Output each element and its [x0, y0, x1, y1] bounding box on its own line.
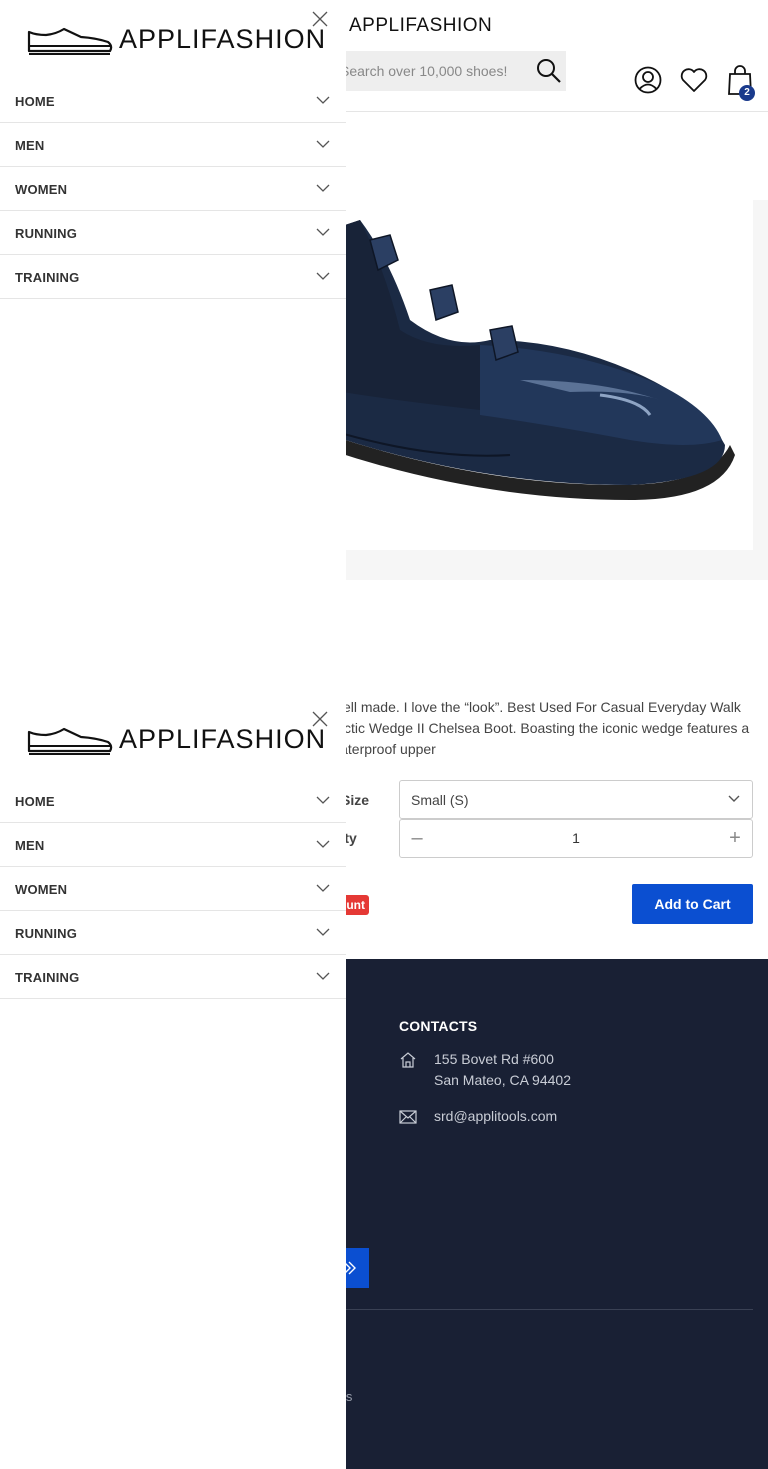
menu-item-men[interactable]: MEN — [0, 823, 346, 867]
menu-item-label: MEN — [15, 138, 45, 153]
menu-item-men[interactable]: MEN — [0, 123, 346, 167]
quantity-value[interactable]: 1 — [540, 830, 612, 846]
size-select[interactable]: Small (S) — [399, 780, 753, 819]
drawer-logo[interactable]: APPLIFASHION — [26, 722, 325, 758]
menu-item-home[interactable]: HOME — [0, 779, 346, 823]
close-icon[interactable] — [311, 10, 329, 28]
menu-item-label: MEN — [15, 838, 45, 853]
chevron-down-icon — [316, 796, 330, 804]
menu-item-label: HOME — [15, 94, 55, 109]
contact-email-link[interactable]: srd@applitools.com — [434, 1106, 557, 1127]
chevron-down-icon — [316, 140, 330, 148]
email-envelope-icon — [399, 1108, 417, 1126]
menu-item-label: WOMEN — [15, 182, 68, 197]
search-input[interactable] — [340, 51, 520, 91]
product-image[interactable] — [329, 200, 753, 550]
chevron-down-icon — [316, 884, 330, 892]
home-address-icon — [399, 1051, 417, 1069]
shoe-logo-icon — [27, 727, 113, 755]
shoe-logo-icon — [27, 27, 113, 55]
chevron-down-icon — [316, 840, 330, 848]
menu-item-label: TRAINING — [15, 970, 80, 985]
menu-item-running[interactable]: RUNNING — [0, 911, 346, 955]
size-selected-value: Small (S) — [411, 792, 469, 808]
quantity-decrease-button[interactable]: – — [405, 827, 429, 851]
quantity-increase-button[interactable]: + — [723, 827, 747, 851]
quantity-stepper: – 1 + — [399, 819, 753, 858]
side-menu-drawer: APPLIFASHION HOME MEN WOMEN RUNNING TRAI… — [0, 0, 346, 700]
drawer-menu: HOME MEN WOMEN RUNNING TRAINING — [0, 779, 346, 999]
close-icon[interactable] — [311, 710, 329, 728]
menu-item-label: WOMEN — [15, 882, 68, 897]
menu-item-home[interactable]: HOME — [0, 79, 346, 123]
footer-divider — [330, 1309, 753, 1310]
drawer-logo[interactable]: APPLIFASHION — [26, 22, 325, 58]
product-description: Well made. I love the “look”. Best Used … — [330, 699, 750, 757]
cart-count-badge: 2 — [739, 85, 755, 101]
menu-item-label: TRAINING — [15, 270, 80, 285]
menu-item-label: RUNNING — [15, 226, 78, 241]
side-menu-drawer-repeat: APPLIFASHION HOME MEN WOMEN RUNNING TRAI… — [0, 700, 346, 1469]
chevron-down-icon — [316, 228, 330, 236]
add-to-cart-button[interactable]: Add to Cart — [632, 884, 753, 924]
menu-item-running[interactable]: RUNNING — [0, 211, 346, 255]
chevron-down-icon — [728, 795, 740, 802]
search-icon[interactable] — [535, 57, 563, 85]
account-icon[interactable] — [632, 64, 664, 96]
header-logo-text[interactable]: APPLIFASHION — [349, 15, 492, 37]
chevron-down-icon — [316, 96, 330, 104]
image-panel-bg-side — [753, 200, 768, 580]
search-bar — [330, 51, 566, 91]
menu-item-label: RUNNING — [15, 926, 78, 941]
chevron-down-icon — [316, 272, 330, 280]
address-line-1: 155 Bovet Rd #600 — [434, 1051, 554, 1067]
menu-item-women[interactable]: WOMEN — [0, 167, 346, 211]
drawer-logo-text: APPLIFASHION — [119, 24, 327, 54]
menu-item-training[interactable]: TRAINING — [0, 255, 346, 299]
wishlist-heart-icon[interactable] — [678, 64, 710, 96]
menu-item-training[interactable]: TRAINING — [0, 955, 346, 999]
chevron-down-icon — [316, 928, 330, 936]
chevron-down-icon — [316, 972, 330, 980]
address-line-2: San Mateo, CA 94402 — [434, 1072, 571, 1088]
contacts-title: CONTACTS — [399, 1018, 478, 1034]
image-panel-bg — [330, 550, 768, 580]
drawer-logo-text: APPLIFASHION — [119, 724, 327, 754]
menu-item-women[interactable]: WOMEN — [0, 867, 346, 911]
drawer-menu: HOME MEN WOMEN RUNNING TRAINING — [0, 79, 346, 299]
menu-item-label: HOME — [15, 794, 55, 809]
chevron-down-icon — [316, 184, 330, 192]
